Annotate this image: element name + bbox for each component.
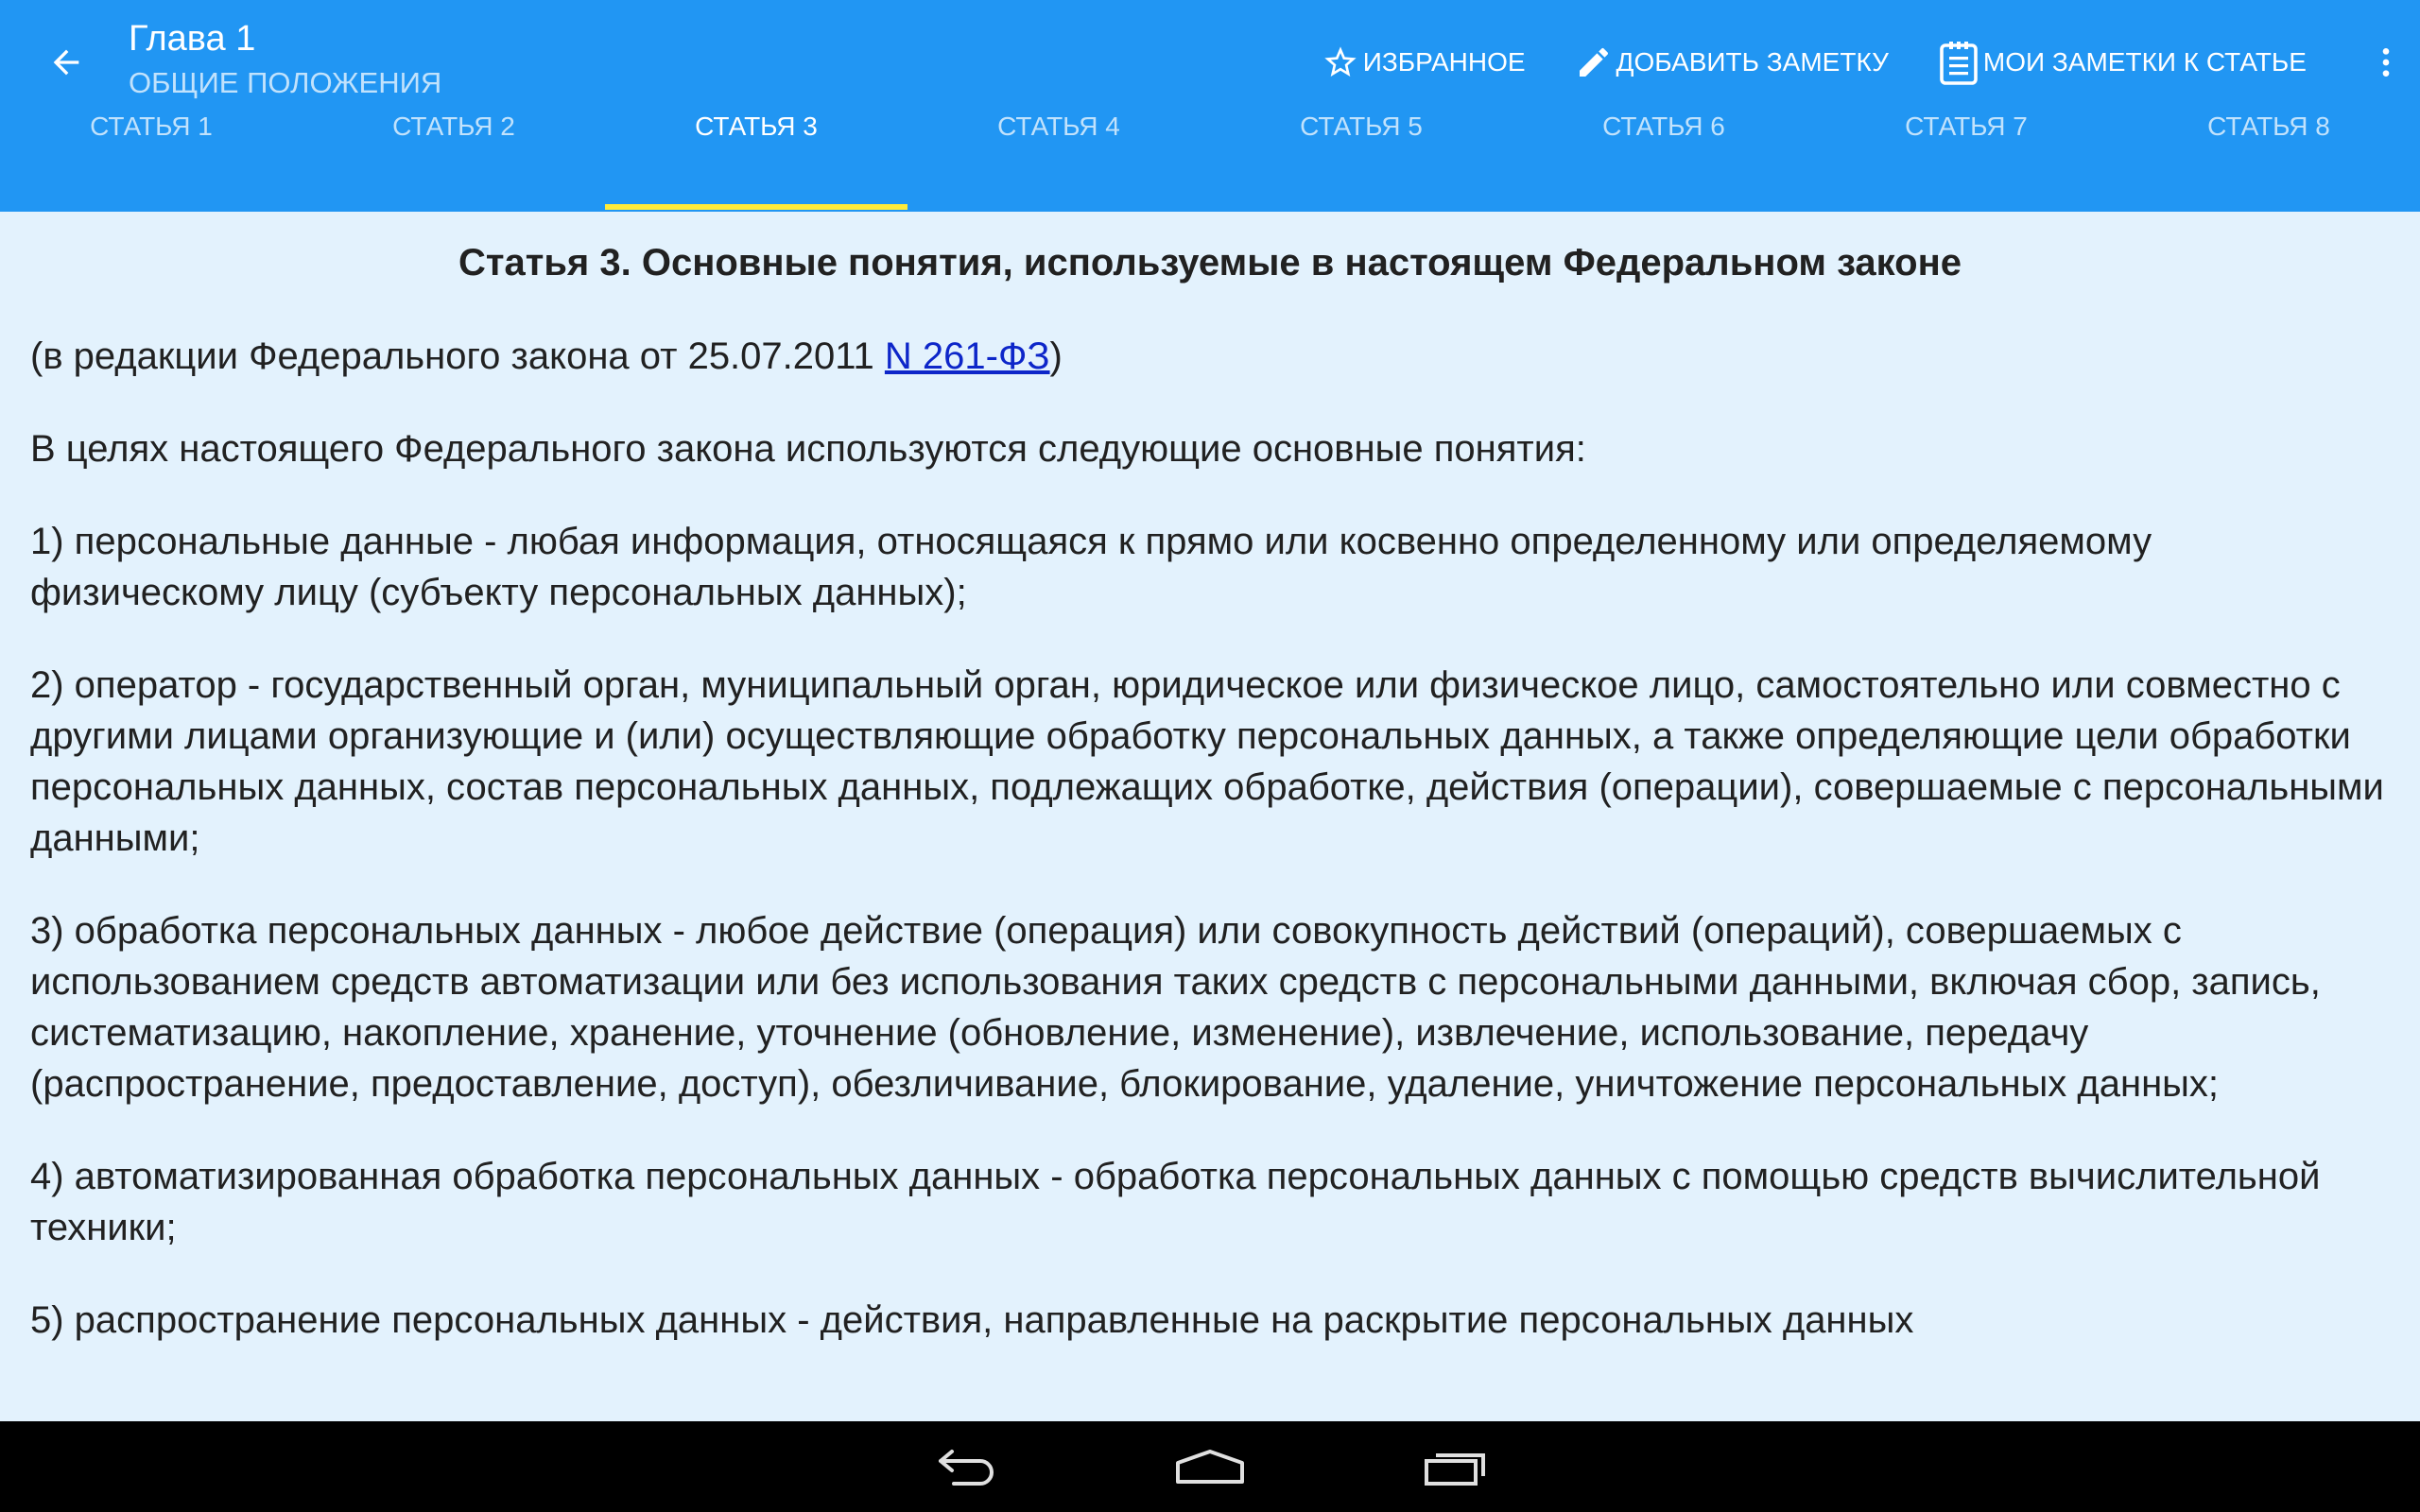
active-tab-indicator	[605, 204, 908, 210]
tab-article-5[interactable]: СТАТЬЯ 5	[1210, 85, 1512, 168]
back-nav-icon	[939, 1450, 994, 1486]
back-button[interactable]	[36, 32, 96, 93]
action-bar: ИЗБРАННОЕ ДОБАВИТЬ ЗАМЕТКУ МОИ ЗАМЕТКИ К…	[1322, 32, 2420, 93]
article-paragraph: 3) обработка персональных данных - любое…	[30, 910, 2321, 1105]
article-paragraph: 1) персональные данные - любая информаци…	[30, 521, 2152, 613]
nav-back-button[interactable]	[893, 1421, 1035, 1512]
article-title: Статья 3. Основные понятия, используемые…	[458, 242, 1962, 284]
edition-prefix: (в редакции Федерального закона от 25.07…	[30, 335, 885, 377]
tab-article-1[interactable]: СТАТЬЯ 1	[0, 85, 302, 168]
tab-article-2[interactable]: СТАТЬЯ 2	[302, 85, 605, 168]
tab-article-6[interactable]: СТАТЬЯ 6	[1512, 85, 1815, 168]
article-paragraph: 5) распространение персональных данных -…	[30, 1299, 1914, 1341]
home-nav-icon	[1176, 1450, 1244, 1484]
star-outline-icon	[1324, 46, 1357, 77]
edition-law-link[interactable]: N 261-ФЗ	[885, 335, 1050, 377]
edition-note: (в редакции Федерального закона от 25.07…	[30, 331, 2394, 382]
my-notes-button[interactable]: МОИ ЗАМЕТКИ К СТАТЬЕ	[1938, 40, 2307, 85]
more-vert-icon	[2382, 48, 2390, 77]
article-paragraph: 4) автоматизированная обработка персонал…	[30, 1156, 2321, 1248]
recents-nav-icon	[1425, 1453, 1485, 1486]
article-content[interactable]: Статья 3. Основные понятия, используемые…	[0, 212, 2420, 1421]
arrow-back-icon	[53, 49, 79, 76]
add-note-label: ДОБАВИТЬ ЗАМЕТКУ	[1616, 47, 1889, 77]
article-paragraph: 2) оператор - государственный орган, мун…	[30, 664, 2384, 859]
my-notes-label: МОИ ЗАМЕТКИ К СТАТЬЕ	[1982, 47, 2307, 77]
article-paragraph: В целях настоящего Федерального закона и…	[30, 428, 1586, 470]
system-nav-bar	[0, 1421, 2420, 1512]
app-root: Глава 1 ОБЩИЕ ПОЛОЖЕНИЯ ИЗБРАННОЕ ДОБАВИ…	[0, 0, 2420, 1512]
favorites-label: ИЗБРАННОЕ	[1362, 47, 1526, 77]
add-note-button[interactable]: ДОБАВИТЬ ЗАМЕТКУ	[1575, 43, 1889, 81]
clipboard-icon	[1940, 42, 1978, 85]
article-body: (в редакции Федерального закона от 25.07…	[30, 331, 2394, 1387]
pencil-icon	[1579, 47, 1608, 77]
tab-article-4[interactable]: СТАТЬЯ 4	[908, 85, 1210, 168]
nav-home-button[interactable]	[1139, 1421, 1281, 1512]
overflow-menu-button[interactable]	[2356, 32, 2416, 93]
edition-suffix: )	[1049, 335, 1063, 377]
favorites-button[interactable]: ИЗБРАННОЕ	[1322, 43, 1526, 81]
chapter-title: Глава 1	[129, 19, 256, 59]
tab-article-3[interactable]: СТАТЬЯ 3	[605, 85, 908, 168]
article-tabs: СТАТЬЯ 1 СТАТЬЯ 2 СТАТЬЯ 3 СТАТЬЯ 4 СТАТ…	[0, 112, 2420, 212]
tab-article-8[interactable]: СТАТЬЯ 8	[2118, 85, 2420, 168]
nav-recents-button[interactable]	[1385, 1421, 1527, 1512]
tab-article-7[interactable]: СТАТЬЯ 7	[1815, 85, 2118, 168]
